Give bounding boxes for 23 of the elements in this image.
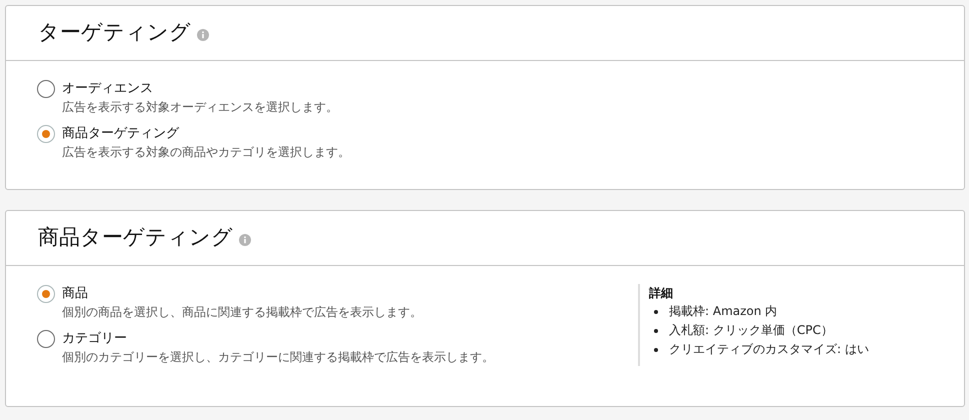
radio-button[interactable] <box>37 125 55 143</box>
radio-button[interactable] <box>37 80 55 98</box>
bullet-icon <box>654 348 658 352</box>
option-label[interactable]: 商品ターゲティング <box>62 124 350 143</box>
option-description: 個別の商品を選択し、商品に関連する掲載枠で広告を表示します。 <box>62 304 422 321</box>
bullet-icon <box>654 328 658 332</box>
radio-button[interactable] <box>37 330 55 348</box>
option-description: 個別のカテゴリーを選択し、カテゴリーに関連する掲載枠で広告を表示します。 <box>62 349 494 366</box>
option-label[interactable]: カテゴリー <box>62 329 494 348</box>
detail-item: クリエイティブのカスタマイズ: はい <box>669 341 869 358</box>
section-title: ターゲティング <box>38 20 191 46</box>
radio-button[interactable] <box>37 285 55 303</box>
option-label[interactable]: 商品 <box>62 284 422 303</box>
info-icon[interactable] <box>239 234 251 246</box>
option-description: 広告を表示する対象オーディエンスを選択します。 <box>62 99 338 116</box>
details-heading: 詳細 <box>649 285 674 302</box>
info-icon[interactable] <box>197 29 209 41</box>
option-label[interactable]: オーディエンス <box>62 79 338 98</box>
bullet-icon <box>654 310 658 314</box>
option-description: 広告を表示する対象の商品やカテゴリを選択します。 <box>62 144 350 161</box>
section-title: 商品ターゲティング <box>38 225 233 252</box>
detail-item: 掲載枠: Amazon 内 <box>669 303 778 320</box>
detail-item: 入札額: クリック単価（CPC） <box>669 322 833 339</box>
